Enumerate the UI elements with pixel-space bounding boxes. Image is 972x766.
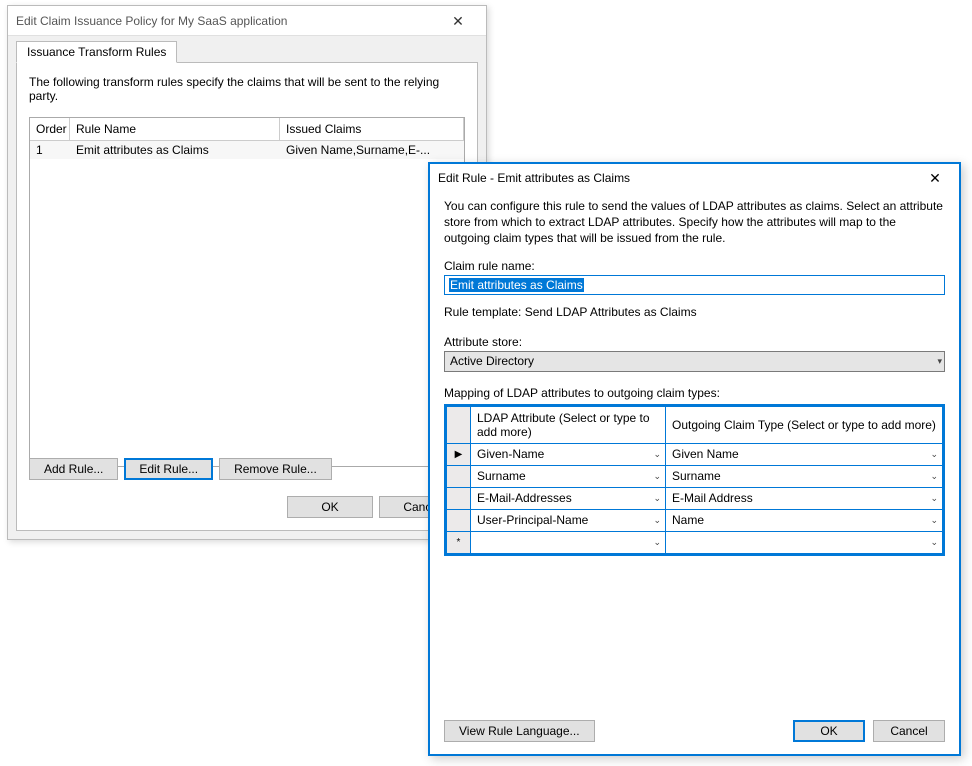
tab-panel: The following transform rules specify th… (16, 62, 478, 531)
chevron-down-icon: ▾ (937, 356, 942, 367)
remove-rule-button[interactable]: Remove Rule... (219, 458, 332, 480)
claim-type-cell[interactable]: Surname⌄ (666, 466, 942, 487)
cell-issued-claims: Given Name,Surname,E-... (280, 141, 464, 159)
mapping-row-new[interactable]: * ⌄ ⌄ (447, 531, 943, 553)
edit-rule-titlebar: Edit Rule - Emit attributes as Claims ✕ (430, 164, 959, 192)
col-issued-claims[interactable]: Issued Claims (280, 118, 464, 140)
mapping-table: LDAP Attribute (Select or type to add mo… (444, 404, 945, 556)
chevron-down-icon: ⌄ (930, 537, 938, 548)
rule-template-text: Rule template: Send LDAP Attributes as C… (444, 305, 945, 319)
edit-rule-button[interactable]: Edit Rule... (124, 458, 213, 480)
edit-rule-body: You can configure this rule to send the … (430, 192, 959, 568)
claim-rule-name-label: Claim rule name: (444, 259, 945, 273)
mapping-row[interactable]: Surname⌄ Surname⌄ (447, 465, 943, 487)
row-marker (447, 465, 471, 487)
ldap-attribute-cell[interactable]: ⌄ (471, 532, 665, 553)
chevron-down-icon: ⌄ (653, 471, 661, 482)
col-ldap-attribute[interactable]: LDAP Attribute (Select or type to add mo… (471, 406, 666, 443)
add-rule-button[interactable]: Add Rule... (29, 458, 118, 480)
col-rule-name[interactable]: Rule Name (70, 118, 280, 140)
edit-rule-footer: View Rule Language... OK Cancel (444, 720, 945, 742)
parent-body: Issuance Transform Rules The following t… (8, 36, 486, 539)
chevron-down-icon: ⌄ (653, 515, 661, 526)
mapping-row[interactable]: ▶ Given-Name⌄ Given Name⌄ (447, 443, 943, 465)
mapping-header-row: LDAP Attribute (Select or type to add mo… (447, 406, 943, 443)
row-marker: * (447, 531, 471, 553)
chevron-down-icon: ⌄ (653, 493, 661, 504)
row-marker (447, 509, 471, 531)
claim-type-cell[interactable]: ⌄ (666, 532, 942, 553)
rules-description: The following transform rules specify th… (29, 75, 465, 103)
claim-rule-name-input[interactable]: Emit attributes as Claims (444, 275, 945, 295)
attribute-store-label: Attribute store: (444, 335, 945, 349)
edit-rule-instructions: You can configure this rule to send the … (444, 198, 945, 247)
mapping-label: Mapping of LDAP attributes to outgoing c… (444, 386, 945, 400)
edit-claim-issuance-policy-dialog: Edit Claim Issuance Policy for My SaaS a… (7, 5, 487, 540)
rules-table: Order Rule Name Issued Claims 1 Emit att… (29, 117, 465, 467)
claim-type-cell[interactable]: Name⌄ (666, 510, 942, 531)
close-icon[interactable]: ✕ (915, 165, 955, 191)
attribute-store-dropdown[interactable]: Active Directory ▾ (444, 351, 945, 372)
claim-type-cell[interactable]: E-Mail Address⌄ (666, 488, 942, 509)
claim-type-cell[interactable]: Given Name⌄ (666, 444, 942, 465)
edit-rule-title: Edit Rule - Emit attributes as Claims (438, 171, 630, 185)
row-marker: ▶ (447, 443, 471, 465)
chevron-down-icon: ⌄ (930, 493, 938, 504)
col-outgoing-claim-type[interactable]: Outgoing Claim Type (Select or type to a… (666, 406, 943, 443)
rule-buttons-row: Add Rule... Edit Rule... Remove Rule... (29, 458, 332, 480)
ldap-attribute-cell[interactable]: E-Mail-Addresses⌄ (471, 488, 665, 509)
claim-rule-name-value: Emit attributes as Claims (449, 278, 584, 292)
ok-button[interactable]: OK (793, 720, 865, 742)
rules-table-header: Order Rule Name Issued Claims (30, 118, 464, 141)
parent-titlebar: Edit Claim Issuance Policy for My SaaS a… (8, 6, 486, 36)
ldap-attribute-cell[interactable]: Surname⌄ (471, 466, 665, 487)
col-order[interactable]: Order (30, 118, 70, 140)
mapping-row[interactable]: E-Mail-Addresses⌄ E-Mail Address⌄ (447, 487, 943, 509)
chevron-down-icon: ⌄ (930, 449, 938, 460)
mapping-row[interactable]: User-Principal-Name⌄ Name⌄ (447, 509, 943, 531)
attribute-store-value: Active Directory (450, 354, 534, 368)
cancel-button[interactable]: Cancel (873, 720, 945, 742)
chevron-down-icon: ⌄ (930, 515, 938, 526)
cell-rule-name: Emit attributes as Claims (70, 141, 280, 159)
parent-title: Edit Claim Issuance Policy for My SaaS a… (16, 6, 287, 36)
chevron-down-icon: ⌄ (653, 537, 661, 548)
close-icon[interactable]: ✕ (438, 6, 478, 36)
edit-rule-dialog: Edit Rule - Emit attributes as Claims ✕ … (428, 162, 961, 756)
chevron-down-icon: ⌄ (930, 471, 938, 482)
tab-issuance-transform-rules[interactable]: Issuance Transform Rules (16, 41, 177, 63)
ldap-attribute-cell[interactable]: Given-Name⌄ (471, 444, 665, 465)
cell-order: 1 (30, 141, 70, 159)
chevron-down-icon: ⌄ (653, 449, 661, 460)
row-header-blank (447, 406, 471, 443)
row-marker (447, 487, 471, 509)
view-rule-language-button[interactable]: View Rule Language... (444, 720, 595, 742)
ldap-attribute-cell[interactable]: User-Principal-Name⌄ (471, 510, 665, 531)
edit-rule-ok-cancel: OK Cancel (793, 720, 945, 742)
table-row[interactable]: 1 Emit attributes as Claims Given Name,S… (30, 141, 464, 159)
ok-button[interactable]: OK (287, 496, 373, 518)
